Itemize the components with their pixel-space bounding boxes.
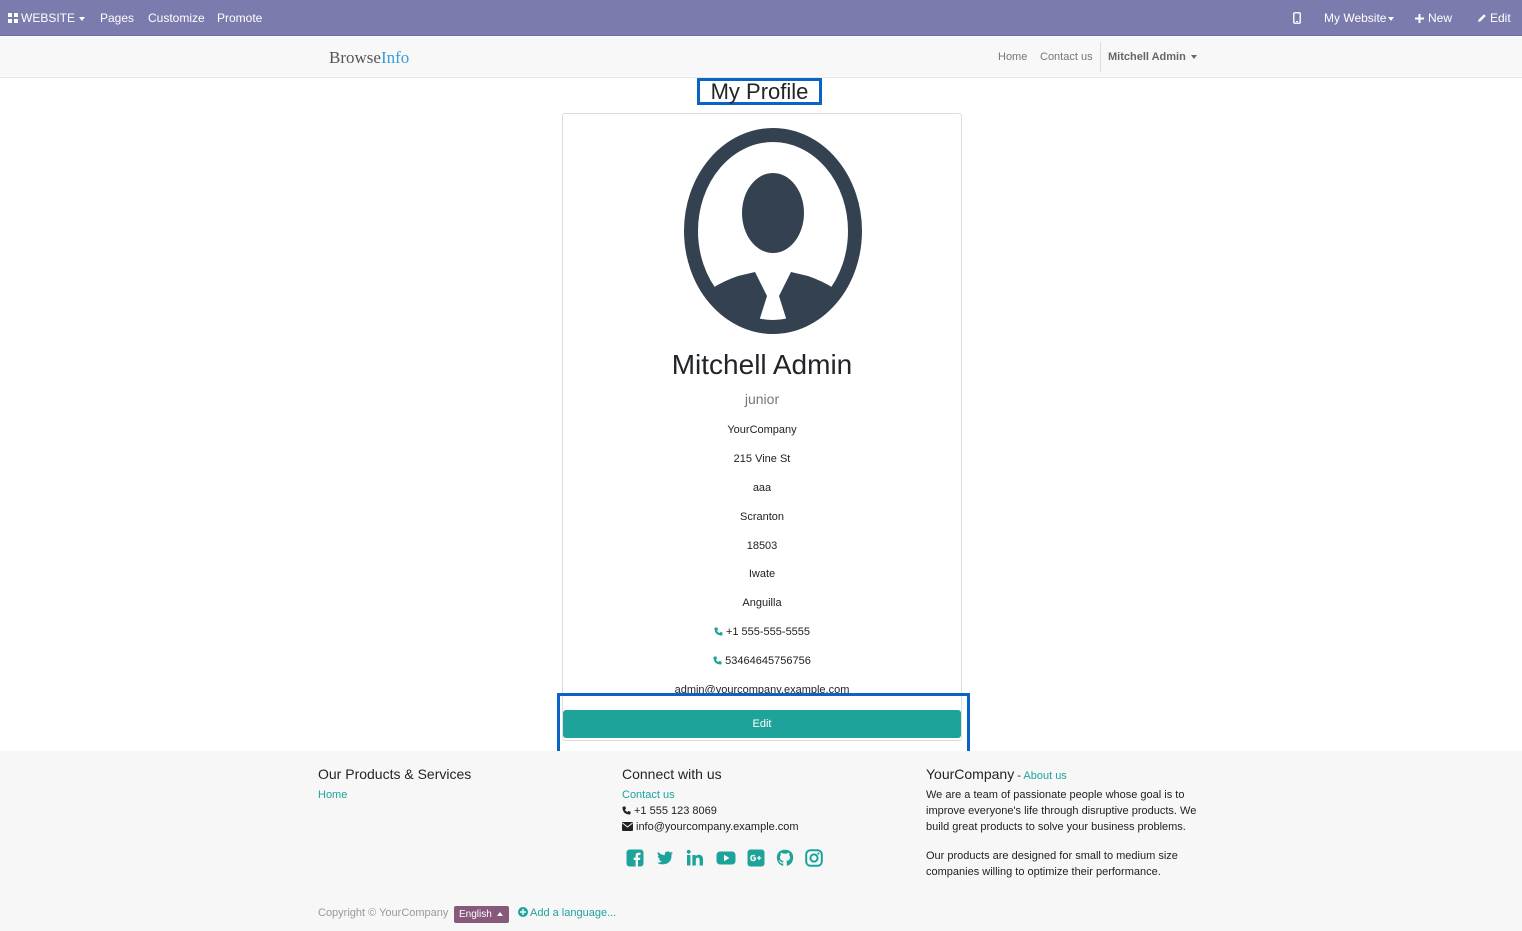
site-navbar: BrowseInfo Home Contact us Mitchell Admi… xyxy=(0,37,1522,78)
footer-email: info@yourcompany.example.com xyxy=(636,821,799,833)
footer-about-link[interactable]: About us xyxy=(1023,770,1066,782)
github-icon[interactable] xyxy=(776,849,794,867)
profile-phone: +1 555-555-5555 xyxy=(725,626,811,638)
footer-contact-link[interactable]: Contact us xyxy=(622,789,675,801)
add-language-label: Add a language... xyxy=(530,907,617,919)
phone-icon xyxy=(714,627,723,636)
footer-home-link[interactable]: Home xyxy=(318,789,347,801)
profile-zip: 18503 xyxy=(746,540,778,552)
phone-icon xyxy=(622,806,631,815)
nav-contact-us[interactable]: Contact us xyxy=(1040,37,1093,78)
phone-icon xyxy=(713,656,722,665)
youtube-icon[interactable] xyxy=(716,849,736,867)
edit-label: Edit xyxy=(1490,11,1511,25)
pages-menu[interactable]: Pages xyxy=(100,0,134,36)
website-menu-label: WEBSITE xyxy=(21,11,76,25)
user-menu[interactable]: Mitchell Admin xyxy=(1108,37,1197,78)
pencil-icon xyxy=(1478,14,1486,22)
edit-profile-button[interactable]: Edit xyxy=(563,710,961,738)
profile-name: Mitchell Admin xyxy=(671,349,853,380)
profile-state: Iwate xyxy=(748,568,776,580)
footer-phone-row: +1 555 123 8069 xyxy=(622,803,717,819)
profile-country: Anguilla xyxy=(742,597,782,609)
add-language-link[interactable]: Add a language... xyxy=(518,907,616,919)
profile-street2: aaa xyxy=(752,482,772,494)
promote-menu[interactable]: Promote xyxy=(217,0,262,36)
nav-divider xyxy=(1100,42,1101,72)
nav-home[interactable]: Home xyxy=(998,37,1027,78)
mobile-preview-button[interactable] xyxy=(1293,0,1301,36)
google-plus-icon[interactable] xyxy=(747,849,765,867)
language-selector[interactable]: English xyxy=(454,906,509,923)
caret-up-icon xyxy=(496,912,503,917)
caret-down-icon xyxy=(1190,55,1197,60)
linkedin-icon[interactable] xyxy=(686,849,704,867)
brand-part1: Browse xyxy=(329,48,381,67)
footer-products-title: Our Products & Services xyxy=(318,766,472,782)
grid-icon xyxy=(8,13,18,23)
copyright-text: Copyright © YourCompany xyxy=(318,907,449,919)
my-website-menu[interactable]: My Website xyxy=(1324,0,1395,36)
footer-connect-title: Connect with us xyxy=(622,766,722,782)
website-menu[interactable]: WEBSITE xyxy=(8,0,86,36)
user-menu-label: Mitchell Admin xyxy=(1108,51,1186,63)
brand-part2: Info xyxy=(380,48,410,67)
profile-card: Mitchell Admin junior YourCompany 215 Vi… xyxy=(562,113,962,741)
profile-city: Scranton xyxy=(739,511,785,523)
admin-topbar: WEBSITE Pages Customize Promote My Websi… xyxy=(0,0,1522,36)
caret-down-icon xyxy=(1388,16,1395,21)
profile-street: 215 Vine St xyxy=(733,453,791,465)
footer-about-text-1: We are a team of passionate people whose… xyxy=(926,789,1197,833)
site-footer: Our Products & Services Home Connect wit… xyxy=(0,751,1522,931)
envelope-icon xyxy=(622,822,633,831)
profile-mobile-row: 53464645756756 xyxy=(563,655,961,667)
profile-mobile: 53464645756756 xyxy=(725,655,811,667)
caret-down-icon xyxy=(79,16,86,21)
new-label: New xyxy=(1428,11,1453,25)
footer-company-separator: - xyxy=(1014,770,1024,782)
customize-menu[interactable]: Customize xyxy=(148,0,205,36)
my-website-label: My Website xyxy=(1324,11,1387,25)
footer-company-heading: YourCompany - About us xyxy=(926,766,1067,782)
edit-page-button[interactable]: Edit xyxy=(1477,0,1511,36)
footer-about-text-2: Our products are designed for small to m… xyxy=(926,850,1178,878)
mobile-icon xyxy=(1293,12,1301,24)
plus-icon xyxy=(1415,14,1424,23)
profile-phone-row: +1 555-555-5555 xyxy=(563,626,961,638)
instagram-icon[interactable] xyxy=(805,849,823,867)
new-button[interactable]: New xyxy=(1415,0,1452,36)
footer-email-row: info@yourcompany.example.com xyxy=(622,819,799,835)
facebook-icon[interactable] xyxy=(626,849,644,867)
plus-circle-icon xyxy=(518,907,528,917)
twitter-icon[interactable] xyxy=(656,849,674,867)
avatar-placeholder-icon xyxy=(684,128,862,334)
language-label: English xyxy=(459,909,492,920)
page-title: My Profile xyxy=(697,78,822,105)
footer-company-title: YourCompany xyxy=(926,766,1015,782)
footer-phone: +1 555 123 8069 xyxy=(634,805,717,817)
profile-company: YourCompany xyxy=(727,424,797,436)
profile-job: junior xyxy=(744,391,780,407)
brand-logo[interactable]: BrowseInfo xyxy=(329,48,409,68)
